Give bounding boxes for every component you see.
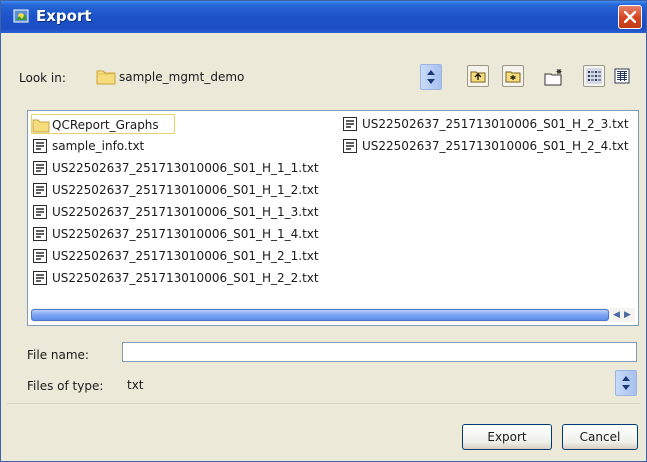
folder-icon (32, 119, 50, 133)
file-type-label: Files of type: (27, 379, 104, 393)
text-file-icon (33, 139, 47, 153)
desktop-icon (505, 71, 521, 83)
file-list[interactable]: QCReport_Graphs sample_info.txt US225026… (27, 110, 639, 326)
file-name: US22502637_251713010006_S01_H_1_3.txt (52, 205, 319, 219)
file-type-spinner[interactable] (615, 370, 637, 396)
file-name: US22502637_251713010006_S01_H_2_2.txt (52, 271, 319, 285)
export-app-icon (13, 9, 29, 23)
new-folder-button[interactable] (541, 65, 563, 87)
divider (7, 403, 640, 404)
look-in-label: Look in: (19, 71, 66, 85)
file-type-value: txt (127, 378, 144, 392)
scrollbar-thumb[interactable] (31, 309, 609, 321)
scroll-left-icon[interactable]: ◀ (613, 310, 620, 320)
file-name: US22502637_251713010006_S01_H_2_3.txt (362, 117, 629, 131)
text-file-icon (343, 139, 357, 153)
file-name: US22502637_251713010006_S01_H_2_1.txt (52, 249, 319, 263)
look-in-dropdown[interactable]: sample_mgmt_demo (91, 63, 443, 91)
text-file-icon (343, 117, 357, 131)
text-file-icon (33, 161, 47, 175)
file-name: US22502637_251713010006_S01_H_2_4.txt (362, 139, 629, 153)
scroll-right-icon[interactable]: ▶ (624, 310, 631, 320)
close-button[interactable] (618, 5, 642, 29)
up-one-level-icon (470, 71, 486, 83)
list-item[interactable]: US22502637_251713010006_S01_H_2_3.txt (342, 114, 638, 134)
horizontal-scrollbar[interactable]: ◀ ▶ (31, 308, 635, 322)
list-item-folder[interactable]: QCReport_Graphs (31, 114, 175, 134)
text-file-icon (33, 183, 47, 197)
details-view-icon (614, 68, 630, 84)
list-item[interactable]: US22502637_251713010006_S01_H_2_4.txt (342, 136, 638, 156)
file-name: US22502637_251713010006_S01_H_1_2.txt (52, 183, 319, 197)
look-in-spinner[interactable] (420, 64, 442, 90)
export-dialog: Export Look in: sample_mgmt_demo QCRepor… (0, 0, 647, 462)
cancel-button[interactable]: Cancel (562, 424, 638, 450)
folder-icon (96, 70, 116, 85)
file-name: QCReport_Graphs (52, 118, 159, 132)
file-name: US22502637_251713010006_S01_H_1_1.txt (52, 161, 319, 175)
text-file-icon (33, 271, 47, 285)
export-button[interactable]: Export (462, 424, 552, 450)
text-file-icon (33, 227, 47, 241)
up-down-arrows-icon (622, 376, 630, 390)
text-file-icon (33, 205, 47, 219)
list-view-icon (586, 68, 602, 84)
file-name-label: File name: (27, 348, 89, 362)
text-file-icon (33, 249, 47, 263)
up-down-arrows-icon (427, 70, 435, 84)
up-one-level-button[interactable] (467, 65, 489, 87)
file-name: US22502637_251713010006_S01_H_1_4.txt (52, 227, 319, 241)
file-name: sample_info.txt (52, 139, 145, 153)
details-view-button[interactable] (611, 65, 633, 87)
close-icon (624, 11, 636, 23)
look-in-value: sample_mgmt_demo (119, 70, 245, 84)
new-folder-icon (544, 69, 562, 86)
desktop-button[interactable] (502, 65, 524, 87)
file-name-input[interactable] (122, 342, 637, 362)
dialog-title: Export (36, 7, 92, 25)
title-bar[interactable]: Export (1, 1, 646, 33)
list-view-button[interactable] (583, 65, 605, 87)
file-type-dropdown[interactable]: txt (122, 370, 638, 396)
